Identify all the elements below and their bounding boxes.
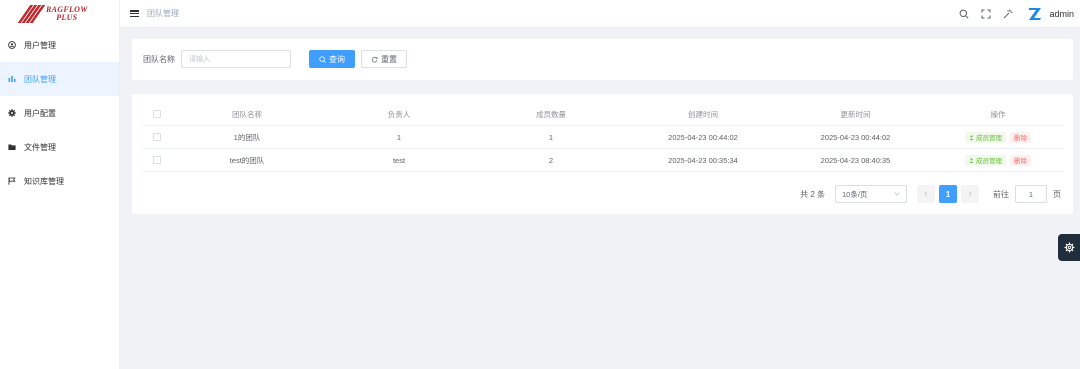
top-right-actions: admin bbox=[959, 0, 1080, 28]
row-checkbox[interactable] bbox=[153, 156, 161, 164]
gear-icon bbox=[1064, 242, 1074, 253]
table-row: test的团队 test 2 2025-04-23 00:35:34 2025-… bbox=[143, 149, 1064, 172]
owner-cell: test bbox=[392, 155, 406, 165]
breadcrumb[interactable]: 团队管理 bbox=[147, 8, 179, 19]
refresh-icon bbox=[371, 56, 378, 62]
column-header-team-name: 团队名称 bbox=[232, 109, 262, 119]
member-management-label: 成员管理 bbox=[976, 158, 1002, 165]
column-header-member-count: 成员数量 bbox=[536, 109, 566, 119]
goto-label: 前往 bbox=[993, 189, 1009, 199]
sidebar: RAGFLOW PLUS 用户管理 团队管理 用户配置 文件管理 知识库管理 bbox=[0, 0, 120, 369]
theme-icon[interactable] bbox=[1003, 9, 1013, 19]
page-size-value: 10条/页 bbox=[842, 189, 868, 199]
search-icon bbox=[319, 55, 326, 63]
member-management-button[interactable]: 成员管理 bbox=[965, 131, 1006, 143]
sidebar-item-label: 用户配置 bbox=[24, 108, 56, 118]
pagination-total: 共 2 条 bbox=[800, 189, 825, 199]
user-icon bbox=[969, 157, 974, 163]
select-all-checkbox[interactable] bbox=[153, 110, 161, 118]
team-table: 团队名称 负责人 成员数量 创建时间 更新时间 操作 1的团队 1 1 2025… bbox=[143, 103, 1064, 172]
search-button[interactable]: 查询 bbox=[309, 50, 355, 68]
team-name-cell: 1的团队 bbox=[233, 132, 261, 142]
goto-page-input[interactable] bbox=[1015, 185, 1047, 203]
page-number-current[interactable]: 1 bbox=[939, 185, 957, 203]
sidebar-item-user-management[interactable]: 用户管理 bbox=[0, 28, 119, 62]
member-count-cell: 1 bbox=[548, 132, 554, 142]
prev-page-button[interactable] bbox=[917, 185, 935, 203]
top-navbar: 团队管理 admin bbox=[120, 0, 1080, 28]
sidebar-item-knowledge-base[interactable]: 知识库管理 bbox=[0, 164, 119, 198]
member-management-label: 成员管理 bbox=[976, 135, 1002, 142]
flag-icon bbox=[8, 177, 16, 185]
created-cell: 2025-04-23 00:44:02 bbox=[668, 132, 738, 142]
page-size-select[interactable]: 10条/页 bbox=[835, 185, 907, 203]
team-table-card: 团队名称 负责人 成员数量 创建时间 更新时间 操作 1的团队 1 1 2025… bbox=[132, 94, 1073, 214]
chevron-left-icon bbox=[924, 191, 928, 197]
reset-button[interactable]: 重置 bbox=[361, 50, 407, 68]
logo-line-2: PLUS bbox=[56, 13, 78, 22]
column-header-owner: 负责人 bbox=[387, 109, 411, 119]
search-form-card: 团队名称 查询 重置 bbox=[132, 39, 1073, 80]
row-select-cell bbox=[143, 133, 171, 141]
updated-cell: 2025-04-23 08:40:35 bbox=[820, 155, 891, 165]
sidebar-item-label: 文件管理 bbox=[24, 142, 56, 152]
logo[interactable]: RAGFLOW PLUS bbox=[0, 0, 119, 28]
delete-button[interactable]: 删除 bbox=[1010, 154, 1031, 166]
column-header-created: 创建时间 bbox=[688, 109, 718, 119]
sidebar-item-label: 用户管理 bbox=[24, 40, 56, 50]
team-name-label: 团队名称 bbox=[143, 55, 175, 64]
delete-label: 删除 bbox=[1014, 158, 1027, 165]
select-all-cell bbox=[143, 110, 171, 118]
column-header-updated: 更新时间 bbox=[840, 109, 871, 119]
reset-button-label: 重置 bbox=[381, 54, 397, 64]
username[interactable]: admin bbox=[1049, 9, 1074, 19]
user-circle-icon bbox=[8, 41, 16, 49]
row-checkbox[interactable] bbox=[153, 133, 161, 141]
next-page-button[interactable] bbox=[961, 185, 979, 203]
delete-button[interactable]: 删除 bbox=[1010, 131, 1031, 143]
pagination: 共 2 条 10条/页 1 前往 页 bbox=[800, 185, 1061, 203]
sidebar-item-team-management[interactable]: 团队管理 bbox=[0, 62, 119, 96]
owner-cell: 1 bbox=[396, 132, 402, 142]
avatar[interactable] bbox=[1027, 6, 1043, 22]
delete-label: 删除 bbox=[1014, 135, 1027, 142]
team-name-input[interactable] bbox=[181, 50, 291, 68]
user-icon bbox=[969, 134, 974, 140]
page-suffix: 页 bbox=[1053, 189, 1061, 199]
actions-cell: 成员管理 删除 bbox=[932, 154, 1064, 166]
settings-drawer-button[interactable] bbox=[1058, 234, 1080, 261]
gear-icon bbox=[8, 109, 16, 117]
hamburger-menu-icon[interactable] bbox=[130, 10, 139, 17]
search-button-label: 查询 bbox=[329, 54, 345, 64]
column-header-actions: 操作 bbox=[990, 109, 1006, 119]
fullscreen-icon[interactable] bbox=[981, 9, 991, 19]
sidebar-item-label: 知识库管理 bbox=[24, 176, 64, 186]
folder-icon bbox=[8, 143, 16, 151]
table-row: 1的团队 1 1 2025-04-23 00:44:02 2025-04-23 … bbox=[143, 126, 1064, 149]
row-select-cell bbox=[143, 156, 171, 164]
actions-cell: 成员管理 删除 bbox=[932, 131, 1064, 143]
sidebar-item-label: 团队管理 bbox=[24, 74, 56, 84]
table-header-row: 团队名称 负责人 成员数量 创建时间 更新时间 操作 bbox=[143, 103, 1064, 126]
chevron-right-icon bbox=[968, 191, 972, 197]
sidebar-item-file-management[interactable]: 文件管理 bbox=[0, 130, 119, 164]
search-icon[interactable] bbox=[959, 9, 970, 19]
created-cell: 2025-04-23 00:35:34 bbox=[668, 155, 738, 165]
logo-text: RAGFLOW PLUS bbox=[46, 6, 88, 22]
ragflow-logo-icon bbox=[17, 5, 46, 23]
updated-cell: 2025-04-23 00:44:02 bbox=[820, 132, 891, 142]
sidebar-item-user-config[interactable]: 用户配置 bbox=[0, 96, 119, 130]
team-chart-icon bbox=[8, 75, 16, 83]
chevron-down-icon bbox=[894, 192, 900, 196]
member-count-cell: 2 bbox=[548, 155, 554, 165]
member-management-button[interactable]: 成员管理 bbox=[965, 154, 1006, 166]
team-name-cell: test的团队 bbox=[229, 155, 265, 165]
